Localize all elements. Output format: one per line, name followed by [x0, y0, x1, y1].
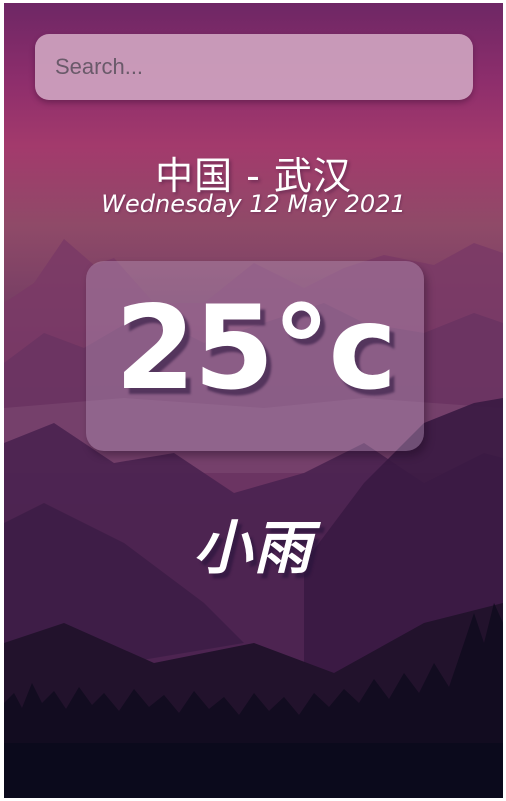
search-box[interactable] — [35, 34, 473, 100]
weather-app: 中国 - 武汉 Wednesday 12 May 2021 25°c 小雨 — [4, 3, 503, 798]
temperature-value: 25°c — [114, 281, 397, 416]
date-label: Wednesday 12 May 2021 — [101, 190, 406, 218]
weather-condition: 小雨 — [193, 514, 314, 582]
search-input[interactable] — [35, 34, 473, 100]
temperature-card: 25°c — [86, 261, 424, 451]
